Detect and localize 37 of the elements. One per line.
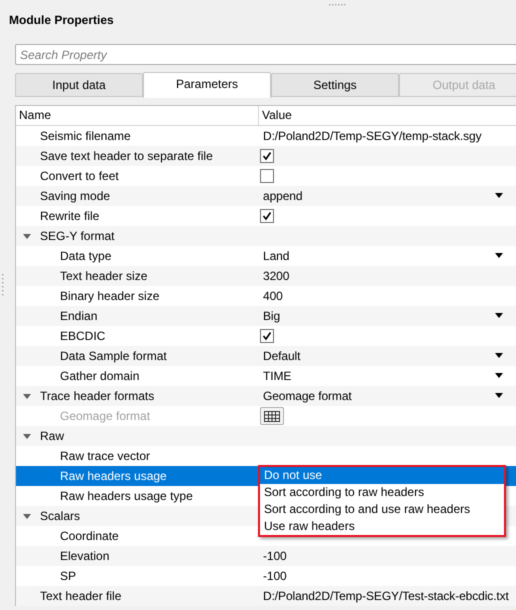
property-name: Geomage format <box>60 409 150 423</box>
property-name: Rewrite file <box>40 209 100 223</box>
property-name: Data Sample format <box>60 349 167 363</box>
property-name: Raw headers usage type <box>60 489 193 503</box>
property-name: Scalars <box>40 509 80 523</box>
property-name: EBCDIC <box>60 329 106 343</box>
property-value: append <box>262 189 302 203</box>
property-value: D:/Poland2D/Temp-SEGY/Test-stack-ebcdic.txt <box>262 589 509 603</box>
property-name: Raw <box>40 429 64 443</box>
property-value: Geomage format <box>262 389 352 403</box>
property-name: Convert to feet <box>40 169 119 183</box>
property-name: Coordinate <box>60 529 119 543</box>
property-value: 3200 <box>262 269 290 283</box>
property-name: Text header file <box>40 589 122 603</box>
property-name: SP <box>60 569 76 583</box>
property-name: Save text header to separate file <box>40 149 213 163</box>
property-value: -100 <box>262 549 287 563</box>
property-name: Data type <box>60 249 112 263</box>
property-value: 400 <box>262 289 283 303</box>
property-name: Text header size <box>60 269 148 283</box>
property-value: D:/Poland2D/Temp-SEGY/temp-stack.sgy <box>262 129 482 143</box>
panel-title: Module Properties <box>9 12 115 29</box>
property-name: Gather domain <box>60 369 140 383</box>
property-name: SEG-Y format <box>40 229 114 243</box>
property-name: Saving mode <box>40 189 110 203</box>
property-name: Raw trace vector <box>60 449 150 463</box>
property-name: Binary header size <box>60 289 160 303</box>
property-name: Seismic filename <box>40 129 131 143</box>
property-name: Trace header formats <box>40 389 154 403</box>
property-name: Raw headers usage <box>60 469 167 483</box>
property-value: Land <box>262 249 290 263</box>
property-value: TIME <box>262 369 292 383</box>
property-value: Big <box>262 309 280 323</box>
property-name: Elevation <box>60 549 110 563</box>
property-value: -100 <box>262 569 287 583</box>
property-value: Default <box>262 349 300 363</box>
property-name: Endian <box>60 309 98 323</box>
